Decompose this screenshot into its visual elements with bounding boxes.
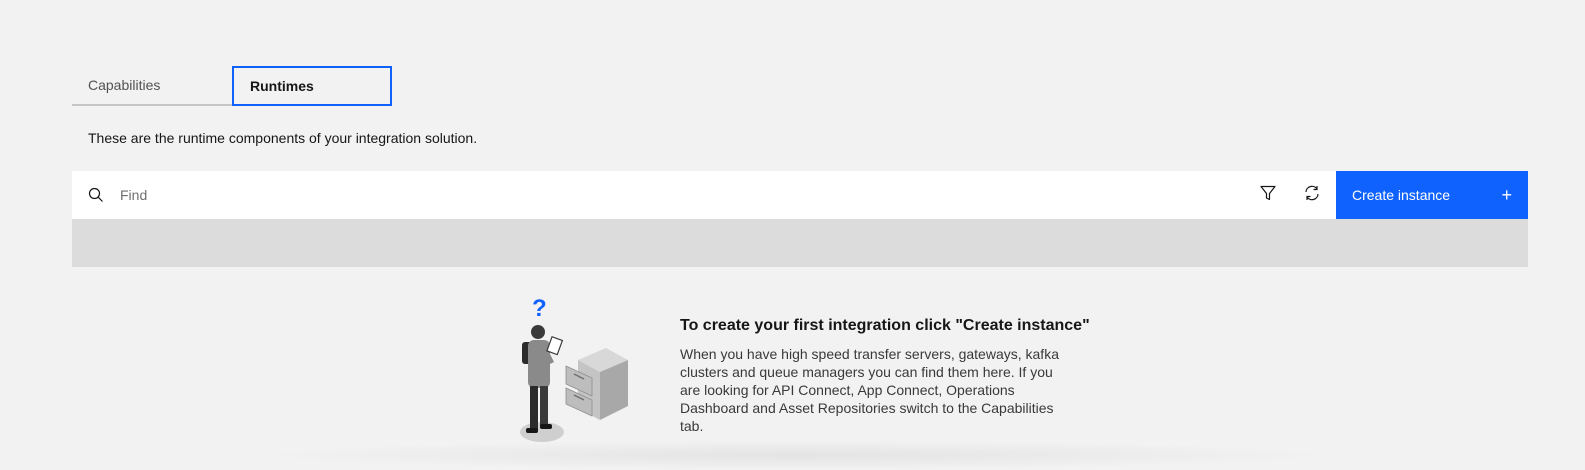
tab-capabilities[interactable]: Capabilities <box>72 66 232 106</box>
create-instance-button[interactable]: Create instance + <box>1336 171 1528 219</box>
tab-runtimes[interactable]: Runtimes <box>232 66 392 106</box>
empty-state-title: To create your first integration click "… <box>680 317 1090 334</box>
refresh-button[interactable] <box>1290 171 1334 219</box>
empty-state-illustration: ? <box>516 294 636 454</box>
table-header <box>72 219 1528 267</box>
search-input[interactable] <box>120 171 1246 219</box>
create-instance-label: Create instance <box>1352 187 1451 203</box>
empty-state-body: When you have high speed transfer server… <box>680 346 1059 434</box>
empty-state-shadow <box>250 440 1340 470</box>
refresh-icon <box>1303 184 1321 207</box>
filter-icon <box>1259 184 1277 207</box>
table-toolbar: Create instance + <box>72 171 1528 219</box>
filter-button[interactable] <box>1246 171 1290 219</box>
page-description: These are the runtime components of your… <box>88 130 478 146</box>
question-mark: ? <box>532 295 547 322</box>
plus-icon: + <box>1501 185 1512 205</box>
search-icon <box>72 171 120 219</box>
tab-list: Capabilities Runtimes <box>72 66 392 106</box>
